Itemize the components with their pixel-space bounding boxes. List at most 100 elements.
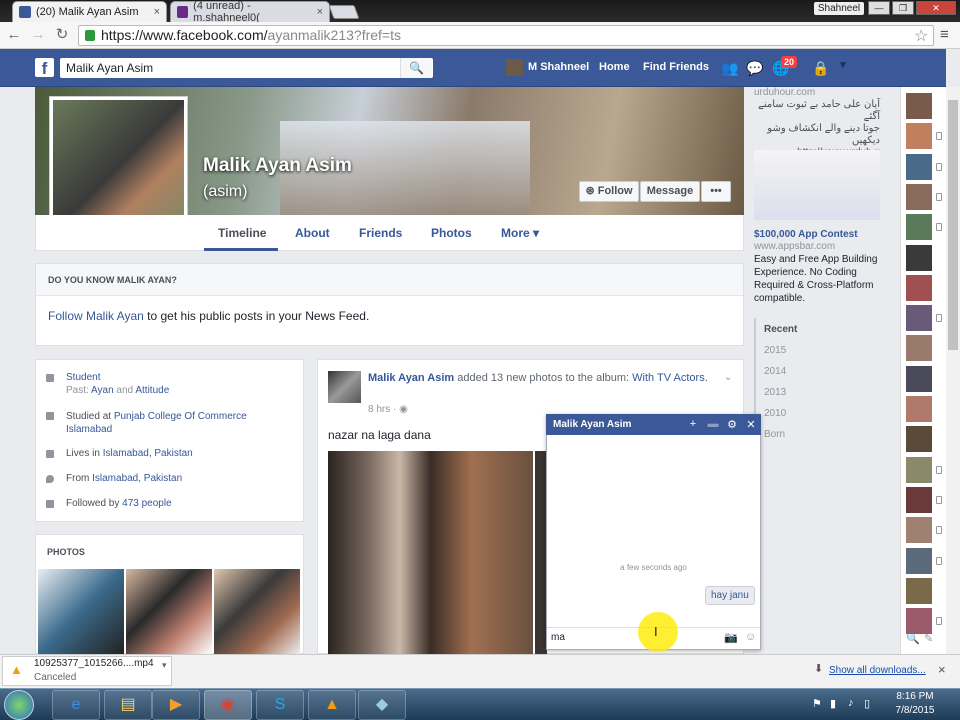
- chat-friend-avatar[interactable]: [906, 93, 932, 119]
- past-link-2[interactable]: Attitude: [135, 385, 169, 396]
- year-2010[interactable]: 2010: [764, 408, 786, 419]
- add-friend-icon[interactable]: +: [686, 418, 700, 430]
- ad-url[interactable]: www.appsbar.com: [754, 241, 835, 252]
- ad-title[interactable]: $100,000 App Contest: [754, 229, 858, 240]
- post-options-chevron-icon[interactable]: ⌄: [724, 372, 732, 383]
- chat-friend-avatar[interactable]: [906, 577, 932, 604]
- followers-link[interactable]: 473 people: [122, 498, 172, 509]
- maximize-button[interactable]: ❐: [892, 1, 914, 15]
- browser-menu-icon[interactable]: ≡: [940, 26, 949, 43]
- chat-friend-avatar[interactable]: [906, 274, 932, 301]
- chat-friend-avatar[interactable]: [906, 517, 932, 544]
- chat-friend-avatar[interactable]: [906, 214, 932, 241]
- photo-thumbnail[interactable]: [38, 569, 124, 654]
- privacy-icon[interactable]: 🔒: [812, 60, 830, 76]
- chat-friend-avatar[interactable]: [906, 123, 932, 150]
- messages-icon[interactable]: 💬: [746, 60, 764, 76]
- search-icon[interactable]: 🔍: [400, 58, 432, 78]
- forward-icon[interactable]: →: [29, 26, 47, 44]
- scrollbar-thumb[interactable]: [948, 100, 958, 350]
- back-icon[interactable]: ←: [5, 26, 23, 44]
- chat-friend-avatar[interactable]: [906, 396, 932, 422]
- post-author-avatar[interactable]: [328, 371, 361, 403]
- profile-badge[interactable]: Shahneel: [814, 2, 864, 15]
- close-tab-icon[interactable]: ×: [317, 6, 323, 18]
- intro-student[interactable]: Student: [66, 372, 100, 383]
- ad-image[interactable]: [754, 150, 880, 220]
- file-explorer-icon[interactable]: ▤: [104, 690, 152, 720]
- chat-friend-avatar[interactable]: [906, 244, 932, 271]
- profile-name[interactable]: Malik Ayan Asim: [203, 155, 352, 177]
- tab-photos[interactable]: Photos: [431, 226, 472, 240]
- taskbar-clock[interactable]: 8:16 PM 7/8/2015: [880, 690, 950, 718]
- internet-explorer-icon[interactable]: e: [52, 690, 100, 720]
- bookmark-star-icon[interactable]: ☆: [914, 26, 928, 46]
- chat-friend-avatar[interactable]: [906, 365, 932, 392]
- from-link[interactable]: Islamabad, Pakistan: [92, 473, 182, 484]
- message-button[interactable]: Message: [640, 181, 700, 202]
- gear-icon[interactable]: ⚙: [725, 418, 739, 431]
- post-author-link[interactable]: Malik Ayan Asim: [368, 372, 454, 384]
- network-icon[interactable]: ▮: [830, 697, 836, 710]
- chat-friend-avatar[interactable]: [906, 305, 932, 332]
- year-recent[interactable]: Recent: [764, 324, 797, 335]
- address-bar[interactable]: https://www.facebook.com/ayanmalik213?fr…: [78, 25, 934, 46]
- tab-about[interactable]: About: [295, 226, 330, 240]
- vlc-icon[interactable]: ▲: [308, 690, 356, 720]
- tab-facebook[interactable]: (20) Malik Ayan Asim ×: [12, 1, 167, 22]
- close-window-button[interactable]: ✕: [916, 1, 956, 15]
- chat-friend-avatar[interactable]: [906, 486, 932, 513]
- flag-icon[interactable]: ⚑: [812, 697, 822, 710]
- past-link-1[interactable]: Ayan: [91, 385, 114, 396]
- battery-icon[interactable]: ▯: [864, 697, 870, 710]
- tab-friends[interactable]: Friends: [359, 226, 402, 240]
- chat-friend-avatar[interactable]: [906, 547, 932, 574]
- skype-icon[interactable]: S: [256, 690, 304, 720]
- facebook-logo-icon[interactable]: f: [35, 58, 54, 78]
- year-2014[interactable]: 2014: [764, 366, 786, 377]
- reload-icon[interactable]: ↻: [53, 26, 71, 44]
- avatar[interactable]: [506, 59, 523, 76]
- video-call-icon[interactable]: ▬: [706, 418, 720, 430]
- download-menu-chevron-icon[interactable]: ▾: [162, 660, 167, 671]
- camera-icon[interactable]: 📷: [724, 631, 738, 644]
- search-input[interactable]: Malik Ayan Asim: [60, 58, 433, 78]
- chat-friend-avatar[interactable]: [906, 426, 932, 453]
- close-download-bar-icon[interactable]: ×: [938, 662, 946, 677]
- emoji-icon[interactable]: ☺: [745, 631, 756, 643]
- nav-home[interactable]: Home: [599, 61, 630, 73]
- follow-button[interactable]: ⊛ Follow: [579, 181, 639, 202]
- nav-find-friends[interactable]: Find Friends: [643, 61, 709, 73]
- more-options-button[interactable]: •••: [701, 181, 731, 202]
- chat-friend-avatar[interactable]: [906, 183, 932, 210]
- year-2015[interactable]: 2015: [764, 345, 786, 356]
- app-icon[interactable]: ◆: [358, 690, 406, 720]
- lives-link[interactable]: Islamabad, Pakistan: [103, 448, 193, 459]
- show-all-downloads-link[interactable]: Show all downloads...: [829, 665, 926, 676]
- album-link[interactable]: With TV Actors.: [632, 372, 708, 384]
- year-2013[interactable]: 2013: [764, 387, 786, 398]
- chat-friend-avatar[interactable]: [906, 335, 932, 362]
- volume-icon[interactable]: ♪: [848, 697, 854, 709]
- post-photo[interactable]: [328, 451, 533, 654]
- new-tab-button[interactable]: [328, 5, 360, 19]
- photo-thumbnail[interactable]: [126, 569, 212, 654]
- chrome-icon[interactable]: ◉: [204, 690, 252, 720]
- close-tab-icon[interactable]: ×: [154, 6, 160, 18]
- nav-user-name[interactable]: M Shahneel: [528, 61, 589, 73]
- post-timestamp[interactable]: 8 hrs · ◉: [368, 404, 408, 415]
- photos-heading[interactable]: PHOTOS: [47, 547, 85, 557]
- chat-friend-avatar[interactable]: [906, 153, 932, 180]
- tab-mail[interactable]: (4 unread) - m.shahneel0( ×: [170, 0, 330, 24]
- urdu-ad[interactable]: urduhour.com آیان علی حامد بے ثبوت سامنے…: [754, 87, 880, 159]
- minimize-button[interactable]: —: [868, 1, 890, 15]
- photo-thumbnail[interactable]: [214, 569, 300, 654]
- tab-timeline[interactable]: Timeline: [218, 226, 266, 240]
- follow-link[interactable]: Follow Malik Ayan: [48, 309, 144, 323]
- account-menu-icon[interactable]: ▼: [834, 60, 852, 76]
- start-button[interactable]: [4, 690, 34, 720]
- year-born[interactable]: Born: [764, 429, 785, 440]
- chat-friend-avatar[interactable]: [906, 456, 932, 483]
- chat-title[interactable]: Malik Ayan Asim: [553, 419, 631, 430]
- friend-requests-icon[interactable]: 👥: [721, 60, 739, 76]
